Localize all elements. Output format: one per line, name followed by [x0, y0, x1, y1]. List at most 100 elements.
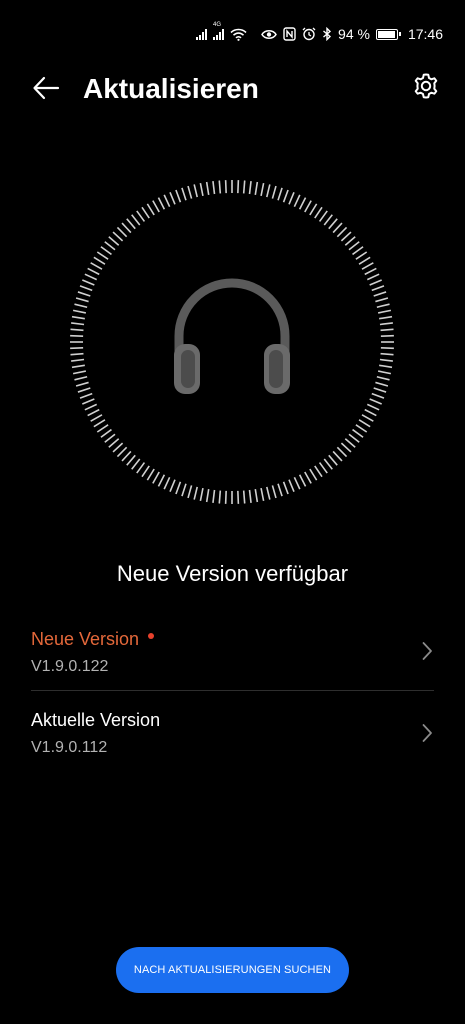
- dial-tick: [112, 231, 124, 242]
- dial-tick: [314, 206, 323, 219]
- dial-tick: [126, 454, 136, 466]
- dial-tick: [212, 489, 216, 503]
- dial-tick: [254, 489, 259, 503]
- dial-tick: [282, 481, 289, 495]
- dial-tick: [379, 364, 393, 369]
- dial-tick: [277, 483, 283, 497]
- dial-tick: [163, 194, 171, 208]
- dial-tick: [260, 182, 265, 197]
- dial-tick: [375, 381, 389, 387]
- dial-tick: [121, 450, 132, 462]
- dial-tick: [96, 424, 109, 433]
- arrow-left-icon: [33, 76, 60, 100]
- dial-tick: [237, 180, 240, 194]
- dial-tick: [369, 279, 382, 286]
- dial-tick: [355, 251, 368, 260]
- dial-tick: [74, 303, 88, 308]
- dial-tick: [371, 285, 385, 292]
- dial-tick: [298, 474, 307, 487]
- dial-tick: [377, 370, 392, 375]
- dial-tick: [304, 471, 312, 484]
- dial-tick: [361, 262, 374, 270]
- dial-tick: [121, 222, 132, 234]
- dial-tick: [108, 236, 120, 246]
- headphones-icon: [174, 278, 290, 394]
- new-version-number: V1.9.0.122: [31, 658, 109, 675]
- dial-tick: [126, 218, 136, 230]
- dial-tick: [152, 471, 160, 484]
- dial-tick: [332, 222, 343, 234]
- dial-tick: [218, 490, 222, 504]
- new-version-row[interactable]: Neue Version V1.9.0.122: [0, 612, 465, 692]
- dial-tick: [318, 462, 328, 474]
- dial-tick: [369, 398, 382, 405]
- dial-tick: [344, 236, 356, 246]
- dial-tick: [131, 214, 141, 226]
- alarm-icon: [302, 27, 316, 41]
- dial-tick: [309, 203, 318, 216]
- dial-tick: [157, 474, 166, 487]
- dial-tick: [71, 364, 85, 369]
- dial-tick: [72, 370, 87, 375]
- dial-tick: [71, 322, 85, 326]
- dial-tick: [116, 446, 128, 458]
- dial-tick: [348, 241, 360, 251]
- dial-tick: [328, 454, 338, 466]
- dial-tick: [277, 187, 283, 201]
- back-button[interactable]: [28, 72, 64, 104]
- dial-tick: [74, 376, 88, 381]
- dial-tick: [224, 490, 227, 504]
- dial-tick: [116, 226, 128, 238]
- dial-tick: [364, 408, 377, 417]
- dial-tick: [293, 194, 301, 208]
- dial-tick: [358, 419, 371, 428]
- dial-tick: [90, 414, 103, 422]
- dial-tick: [146, 468, 155, 481]
- current-version-row[interactable]: Aktuelle Version V1.9.0.112: [0, 694, 465, 774]
- dial-tick: [379, 315, 393, 320]
- dial-tick: [288, 479, 295, 492]
- update-available-heading: Neue Version verfügbar: [116, 561, 349, 586]
- dial-tick: [266, 184, 271, 198]
- dial-tick: [298, 197, 307, 210]
- dial-tick: [323, 458, 333, 470]
- dial-tick: [212, 181, 216, 195]
- new-version-title: Neue Version: [31, 628, 155, 650]
- dial-tick: [77, 291, 91, 297]
- dial-tick: [79, 285, 93, 292]
- dial-tick: [380, 347, 394, 350]
- dial-tick: [141, 206, 150, 219]
- dial-tick: [84, 273, 98, 281]
- dial-tick: [366, 273, 380, 281]
- dial-tick: [242, 180, 246, 194]
- dial-tick: [373, 387, 387, 393]
- dial-tick: [376, 303, 390, 308]
- dial-tick: [136, 462, 146, 474]
- clock: 17:46: [407, 26, 443, 42]
- settings-button[interactable]: [409, 69, 443, 103]
- chevron-right-icon: [422, 724, 432, 742]
- network-type-label: 4G: [213, 22, 222, 28]
- dial-tick: [340, 231, 352, 242]
- dial-tick: [87, 267, 100, 276]
- dial-tick: [309, 468, 318, 481]
- bluetooth-icon: [322, 27, 332, 41]
- dial-tick: [224, 180, 227, 194]
- dial-tick: [366, 403, 380, 411]
- dial-tick: [237, 490, 240, 504]
- check-for-updates-button[interactable]: NACH AKTUALISIERUNGEN SUCHEN: [116, 947, 349, 993]
- dial-tick: [371, 392, 385, 399]
- dial-tick: [336, 446, 348, 458]
- current-version-title: Aktuelle Version: [31, 710, 161, 730]
- dial-tick: [104, 241, 116, 251]
- battery-icon: [375, 28, 401, 40]
- page-title: Aktualisieren: [83, 73, 259, 104]
- dial-tick: [100, 246, 112, 256]
- dial-tick: [75, 381, 89, 387]
- dial-tick: [355, 424, 368, 433]
- new-version-label: Neue Version: [31, 629, 140, 649]
- dial-tick: [377, 309, 392, 314]
- chevron-right-icon: [422, 642, 432, 660]
- dial-tick: [70, 347, 84, 350]
- dial-tick: [187, 485, 193, 499]
